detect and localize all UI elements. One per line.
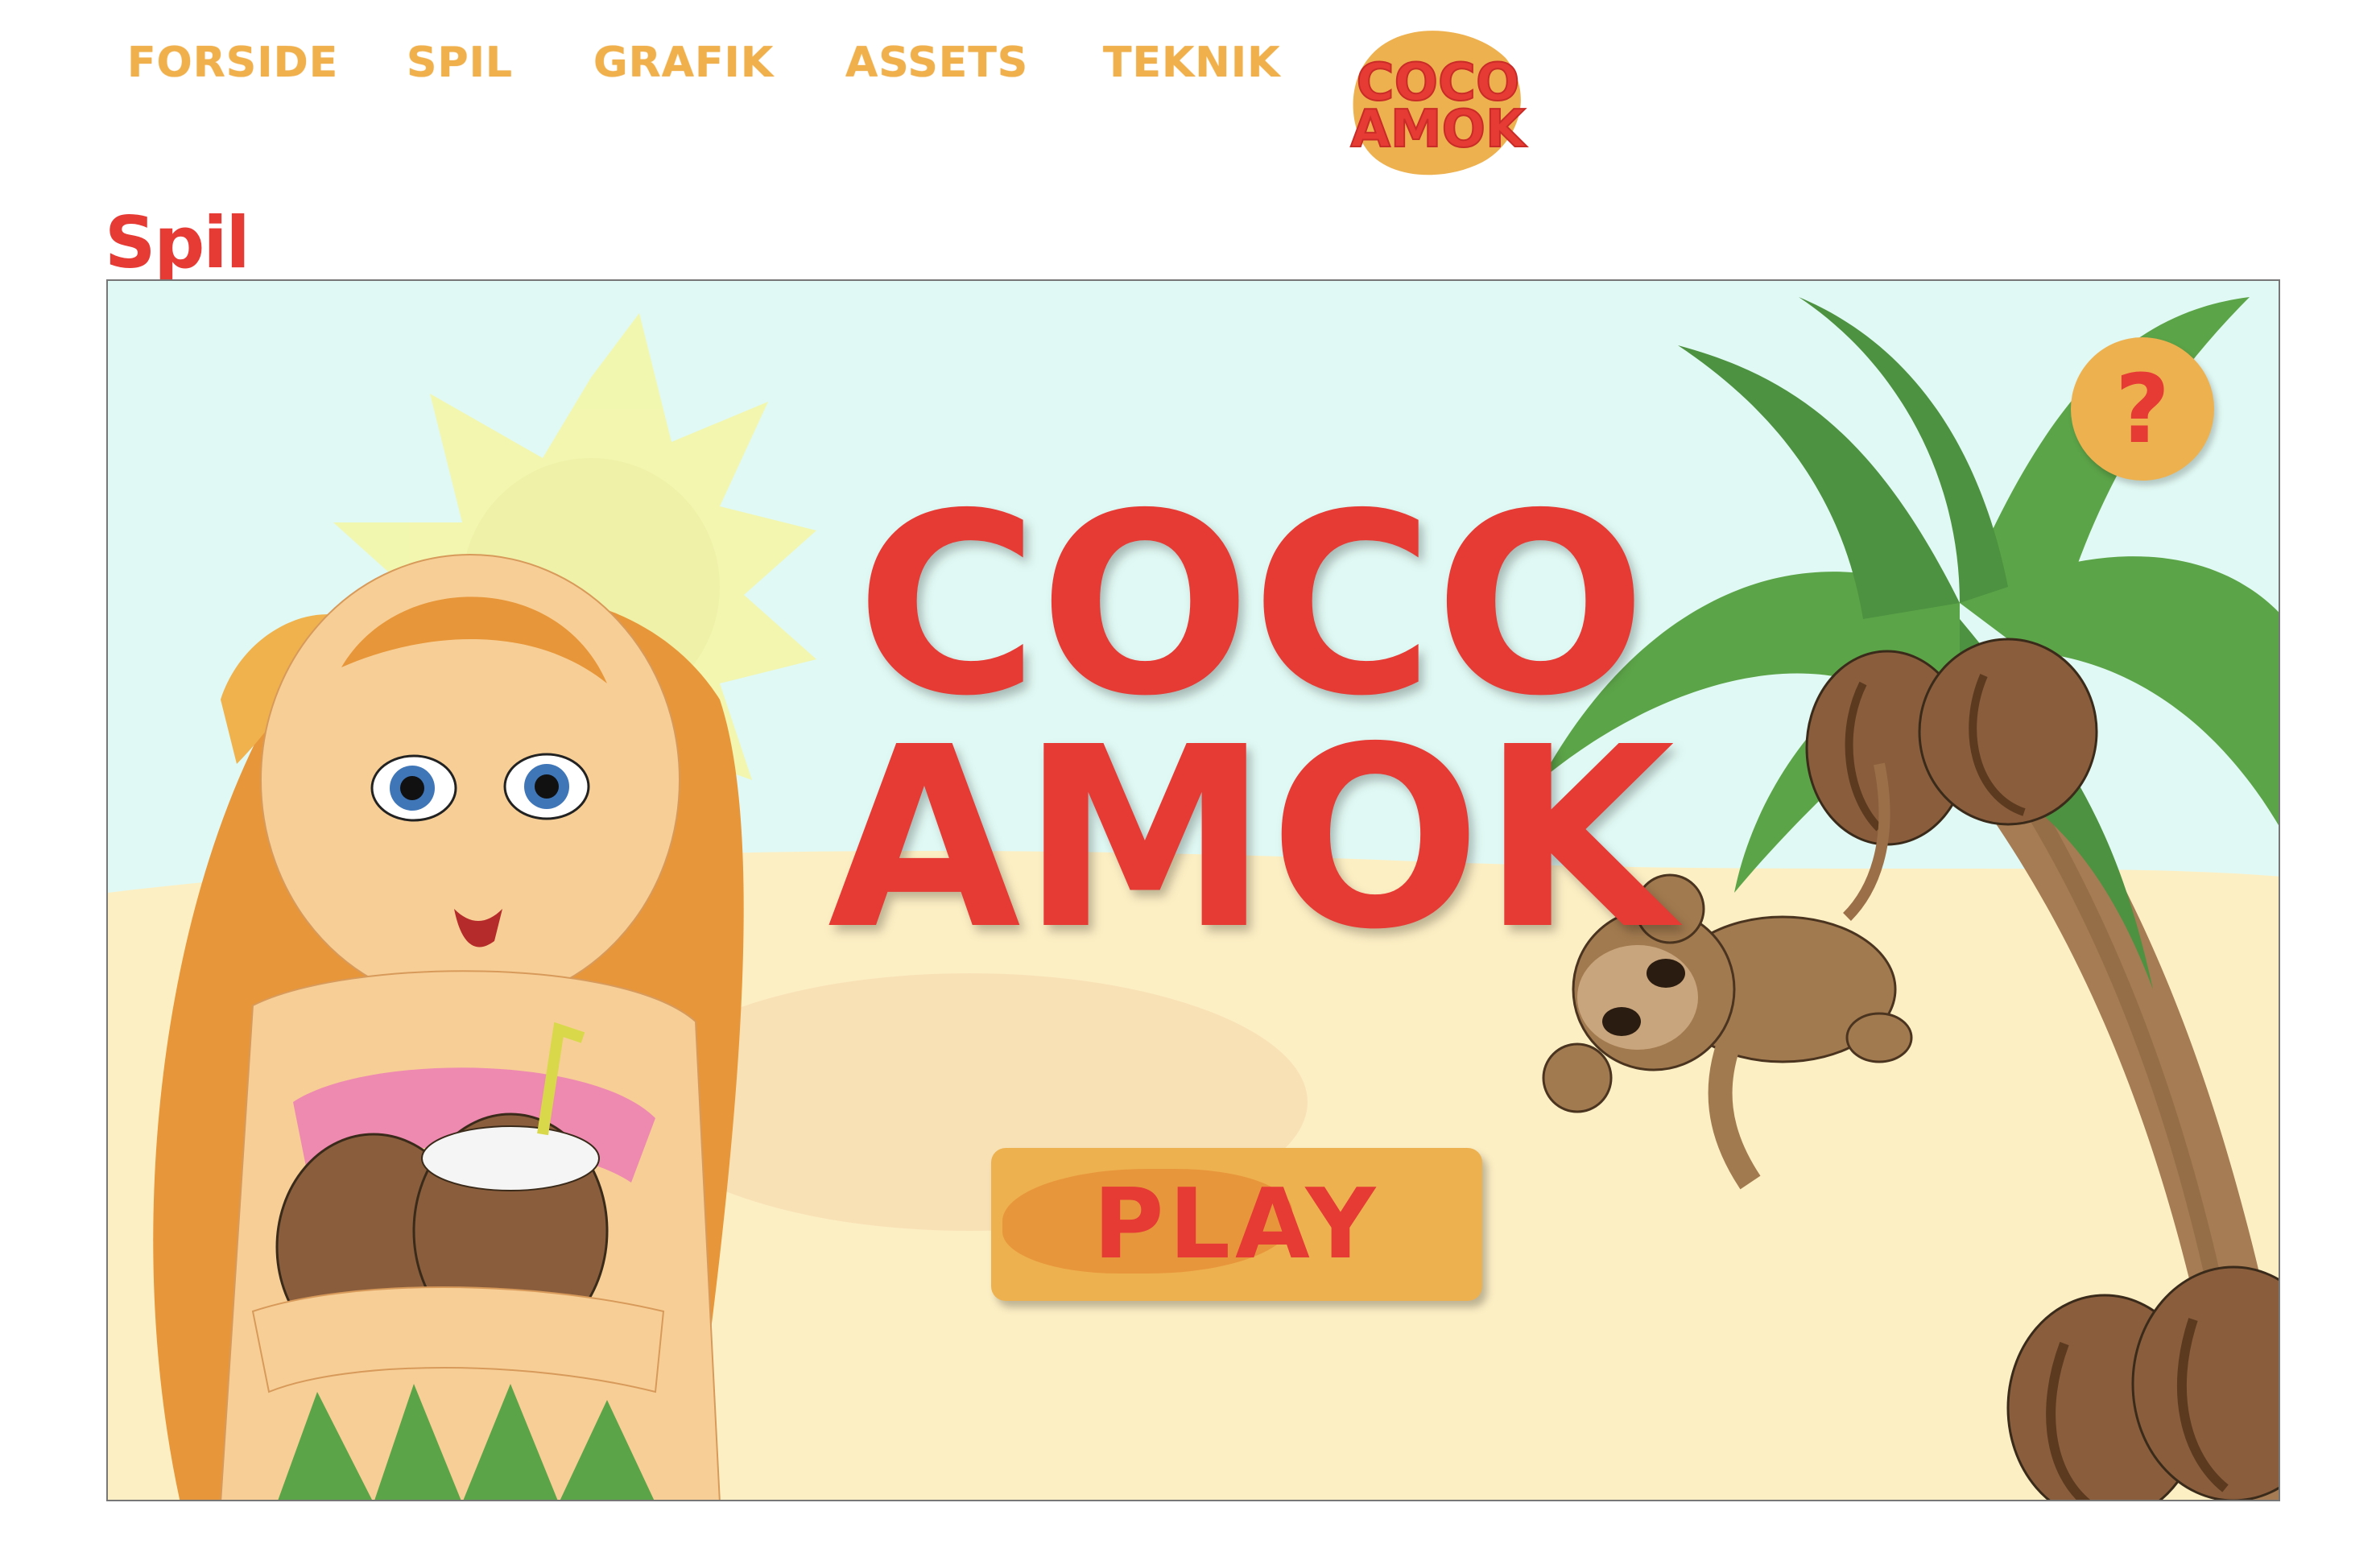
nav-item-spil[interactable]: SPIL	[407, 39, 513, 87]
game-canvas[interactable]: COCO AMOK ? PLAY	[106, 279, 2280, 1501]
top-navigation: FORSIDE SPIL GRAFIK ASSETS TEKNIK COCO A…	[0, 0, 2380, 185]
coco-amok-logo[interactable]: COCO AMOK	[1345, 26, 1530, 179]
nav-item-teknik[interactable]: TEKNIK	[1103, 39, 1280, 87]
logo-line2: AMOK	[1350, 100, 1527, 159]
nav-item-grafik[interactable]: GRAFIK	[593, 39, 774, 87]
help-label: ?	[2114, 353, 2171, 464]
page-title: Spil	[105, 201, 250, 284]
play-button[interactable]: PLAY	[991, 1148, 1482, 1301]
game-title-line2: AMOK	[828, 694, 1684, 985]
help-button[interactable]: ?	[2071, 337, 2214, 481]
nav-item-forside[interactable]: FORSIDE	[127, 39, 338, 87]
nav-item-assets[interactable]: ASSETS	[845, 39, 1028, 87]
game-title-graphic: COCO AMOK	[828, 460, 1684, 985]
play-label: PLAY	[1093, 1168, 1381, 1281]
